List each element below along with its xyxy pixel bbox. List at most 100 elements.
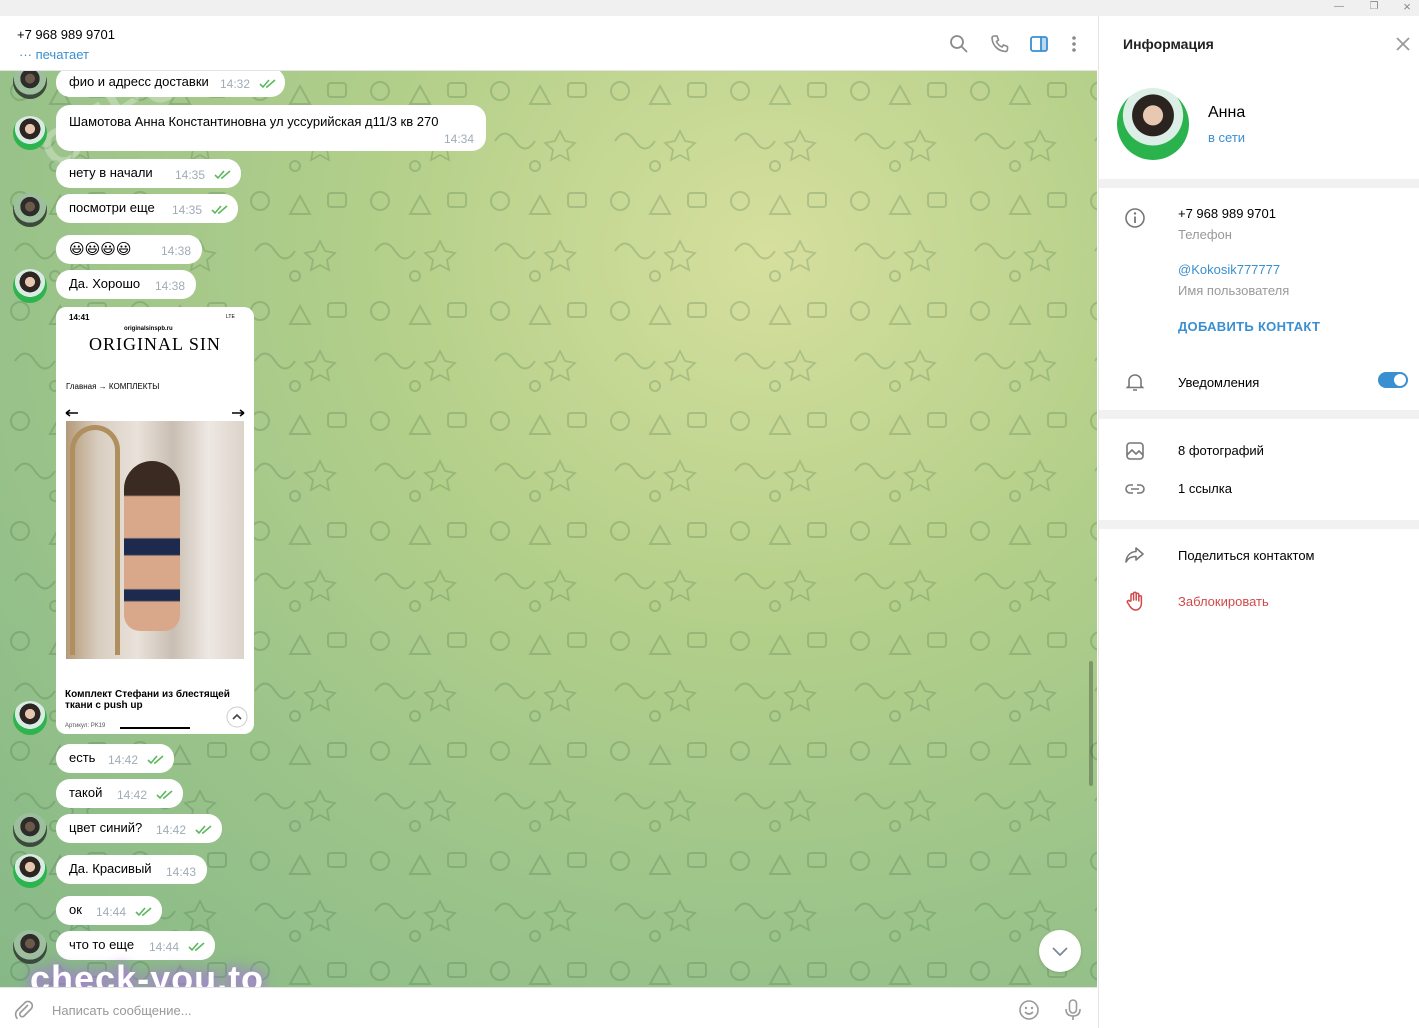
collapse-up-icon[interactable] xyxy=(226,706,248,728)
message-text: фио и адресс доставки xyxy=(69,74,209,89)
message-text: есть xyxy=(69,750,96,765)
message-text: 😃😃😃😃 xyxy=(69,241,132,258)
username-link[interactable]: @Kokosik777777 xyxy=(1178,262,1280,277)
notifications-toggle[interactable] xyxy=(1378,372,1408,388)
read-ticks-icon xyxy=(147,755,164,765)
message-bubble[interactable]: фио и адресс доставки 14:32 xyxy=(56,71,285,97)
sender-avatar[interactable] xyxy=(13,854,47,888)
chat-title[interactable]: +7 968 989 9701 xyxy=(17,27,115,42)
message-time: 14:44 xyxy=(96,905,127,919)
message-bubble[interactable]: Да. Хорошо 14:38 xyxy=(56,270,196,299)
message-text: Да. Хорошо xyxy=(69,276,141,291)
shop-breadcrumb: Главная → КОМПЛЕКТЫ xyxy=(66,382,160,391)
photos-count[interactable]: 8 фотографий xyxy=(1178,443,1264,458)
product-photo xyxy=(66,421,244,659)
block-hand-icon xyxy=(1126,591,1143,611)
read-ticks-icon xyxy=(195,825,212,835)
share-contact-button[interactable]: Поделиться контактом xyxy=(1178,548,1315,563)
phone-clock: 14:41 xyxy=(69,313,90,322)
message-bubble[interactable]: Шамотова Анна Константиновна ул уссурийс… xyxy=(56,105,486,151)
window-titlebar: — ❐ × xyxy=(0,0,1419,16)
chevron-down-icon xyxy=(1052,947,1068,957)
profile-status: в сети xyxy=(1208,130,1246,145)
message-text: Шамотова Анна Константиновна ул уссурийс… xyxy=(69,114,439,129)
message-input[interactable] xyxy=(52,1000,952,1020)
profile-name: Анна xyxy=(1208,104,1246,121)
chat-header: +7 968 989 9701 ··· печатает xyxy=(0,16,1097,71)
message-time: 14:42 xyxy=(156,823,187,837)
panel-title: Информация xyxy=(1123,36,1214,52)
share-icon xyxy=(1125,547,1144,563)
restore-button[interactable]: ❐ xyxy=(1357,0,1391,16)
message-text: нету в начали xyxy=(69,165,153,180)
sender-avatar[interactable] xyxy=(13,116,47,150)
side-panel-icon[interactable] xyxy=(1028,33,1050,55)
add-contact-button[interactable]: ДОБАВИТЬ КОНТАКТ xyxy=(1178,319,1320,334)
sender-avatar[interactable] xyxy=(13,813,47,847)
notifications-label: Уведомления xyxy=(1178,375,1260,390)
chat-area[interactable]: CHECK-YOU.ME фио и адресс доставки 14:32… xyxy=(0,71,1097,987)
minimize-button[interactable]: — xyxy=(1322,0,1356,16)
sender-avatar[interactable] xyxy=(13,701,47,735)
read-ticks-icon xyxy=(214,170,231,180)
emoji-icon[interactable] xyxy=(1018,999,1040,1021)
section-divider xyxy=(1099,520,1419,529)
links-count[interactable]: 1 ссылка xyxy=(1178,481,1232,496)
message-time: 14:42 xyxy=(108,753,139,767)
message-time: 14:38 xyxy=(161,244,192,258)
close-window-button[interactable]: × xyxy=(1390,0,1419,16)
message-time: 14:35 xyxy=(172,203,203,217)
scroll-to-bottom-button[interactable] xyxy=(1039,930,1081,972)
message-time: 14:42 xyxy=(117,788,148,802)
attach-icon[interactable] xyxy=(13,999,35,1021)
link-icon xyxy=(1125,484,1145,494)
block-button[interactable]: Заблокировать xyxy=(1178,594,1269,609)
microphone-icon[interactable] xyxy=(1062,998,1084,1022)
message-text: что то еще xyxy=(69,937,135,952)
message-text: Да. Красивый xyxy=(69,861,152,876)
message-time: 14:32 xyxy=(220,77,251,91)
bell-icon xyxy=(1125,374,1145,391)
more-options-icon[interactable] xyxy=(1063,33,1085,55)
read-ticks-icon xyxy=(259,79,276,89)
sender-avatar[interactable] xyxy=(13,269,47,303)
message-bubble[interactable]: что то еще 14:44 xyxy=(56,931,215,960)
message-text: ок xyxy=(69,902,82,917)
message-time: 14:38 xyxy=(155,279,186,293)
arrow-left-icon xyxy=(65,409,78,417)
brand-logo: ORIGINAL SIN xyxy=(89,334,221,354)
section-divider xyxy=(1099,410,1419,419)
message-text: цвет синий? xyxy=(69,820,143,835)
info-icon xyxy=(1125,208,1145,228)
message-bubble[interactable]: 😃😃😃😃 14:38 xyxy=(56,235,202,264)
signal-label: LTE xyxy=(226,314,235,320)
message-bubble[interactable]: Да. Красивый 14:43 xyxy=(56,855,207,884)
close-icon[interactable] xyxy=(1393,34,1413,54)
search-icon[interactable] xyxy=(948,33,970,55)
message-composer xyxy=(0,987,1097,1028)
read-ticks-icon xyxy=(156,790,173,800)
url-bar: originalsinspb.ru xyxy=(124,326,173,332)
sender-avatar[interactable] xyxy=(13,193,47,227)
message-text: такой xyxy=(69,785,103,800)
arrow-right-icon xyxy=(232,409,245,417)
message-bubble[interactable]: посмотри еще 14:35 xyxy=(56,194,238,223)
home-indicator xyxy=(120,727,190,729)
phone-number[interactable]: +7 968 989 9701 xyxy=(1178,206,1276,221)
photo-icon xyxy=(1126,442,1144,460)
profile-avatar[interactable] xyxy=(1117,88,1189,160)
message-bubble[interactable]: цвет синий? 14:42 xyxy=(56,814,222,843)
chat-scrollbar[interactable] xyxy=(1089,661,1093,786)
message-bubble[interactable]: есть 14:42 xyxy=(56,744,174,773)
message-bubble[interactable]: такой 14:42 xyxy=(56,779,183,808)
phone-call-icon[interactable] xyxy=(989,33,1011,55)
message-bubble[interactable]: нету в начали 14:35 xyxy=(56,159,241,188)
read-ticks-icon xyxy=(188,942,205,952)
message-time: 14:35 xyxy=(175,168,206,182)
username-label: Имя пользователя xyxy=(1178,283,1290,298)
message-time: 14:44 xyxy=(149,940,180,954)
message-bubble[interactable]: ок 14:44 xyxy=(56,896,162,925)
screenshot-image-message[interactable]: 14:41 LTE originalsinspb.ru ORIGINAL SIN… xyxy=(56,307,254,734)
product-sku: Артикул: PK19 xyxy=(65,723,106,729)
read-ticks-icon xyxy=(135,907,152,917)
